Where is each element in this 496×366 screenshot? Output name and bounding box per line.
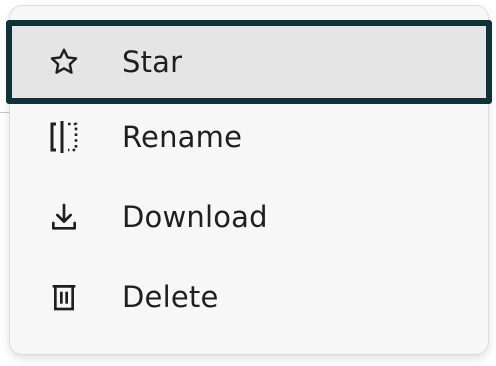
menu-item-label: Delete	[122, 280, 219, 314]
menu-item-label: Download	[122, 200, 268, 234]
download-icon	[46, 199, 82, 235]
menu-item-rename[interactable]: Rename	[10, 97, 488, 177]
menu-item-download[interactable]: Download	[10, 177, 488, 257]
menu-item-delete[interactable]: Delete	[10, 257, 488, 337]
context-menu: Star Rename Download Delete	[6, 6, 492, 354]
background-divider	[0, 112, 10, 113]
rename-icon	[46, 119, 82, 155]
menu-item-star[interactable]: Star	[6, 20, 492, 104]
menu-item-label: Rename	[122, 120, 243, 154]
star-outline-icon	[46, 44, 82, 80]
trash-icon	[46, 279, 82, 315]
menu-item-label: Star	[122, 45, 183, 79]
